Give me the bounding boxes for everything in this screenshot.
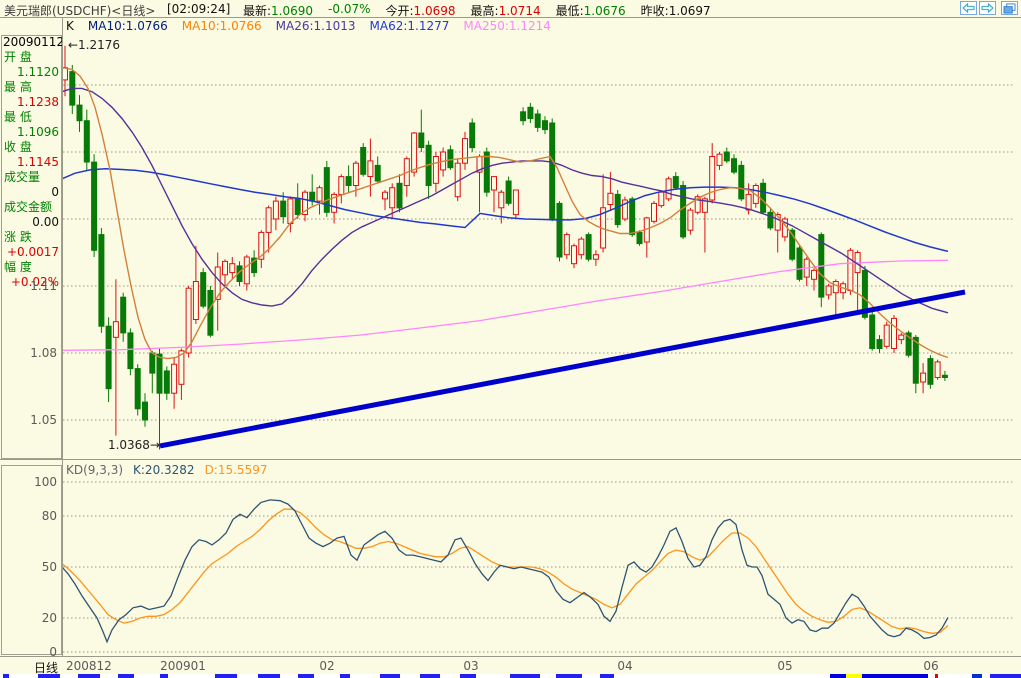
kd-k-value: K:20.3282	[133, 463, 195, 477]
kd-tick-label: 0	[49, 645, 57, 659]
taskbar-fragment	[830, 674, 928, 678]
info-value: 1.1096	[17, 125, 59, 139]
ma-legend-item: MA26:1.1013	[275, 19, 356, 33]
kd-legend: KD(9,3,3) K:20.3282 D:15.5597	[66, 463, 267, 477]
taskbar-fragment	[972, 674, 982, 678]
selected-date: 20090112	[3, 35, 62, 49]
taskbar-fragment	[38, 674, 60, 678]
price-tick-label: 1.05	[30, 413, 57, 427]
time-tick-label: 200901	[160, 659, 206, 673]
taskbar-fragment	[118, 674, 134, 678]
taskbar-fragment	[990, 674, 1021, 678]
info-label: 开 盘	[4, 50, 32, 64]
taskbar-fragment	[298, 674, 314, 678]
taskbar-fragment	[846, 674, 862, 678]
windows-button[interactable]	[1001, 1, 1018, 15]
forward-button[interactable]	[979, 1, 996, 15]
min-annotation: 1.0368→	[107, 438, 160, 452]
info-label: 最 低	[4, 110, 32, 124]
cascade-windows-icon	[1003, 2, 1016, 14]
info-label: 成交金额	[4, 200, 53, 214]
info-value: 1.1238	[17, 95, 59, 109]
taskbar-fragment	[556, 674, 582, 678]
info-value: 0	[51, 185, 59, 199]
kd-tick-label: 100	[34, 475, 57, 489]
kd-tick-label: 20	[41, 611, 57, 625]
time-tick-label: 05	[777, 659, 793, 673]
info-label: 收 盘	[4, 140, 32, 154]
arrow-left-icon	[962, 3, 975, 13]
kd-tick-label: 50	[41, 560, 57, 574]
info-panel: 20090112 开 盘 1.1120 最 高 1.1238 最 低 1.1096 收 盘1…	[1, 35, 62, 290]
trendline	[159, 289, 966, 449]
top-bar: 美元瑞郎(USDCHF)<日线> [02:09:24] 最新:1.0690 -0.…	[0, 0, 1021, 18]
info-value: 0.00	[32, 215, 59, 229]
toolbar-buttons	[960, 1, 1018, 15]
info-label: 幅 度	[4, 260, 32, 274]
bottom-taskbar-strip[interactable]	[0, 674, 1021, 678]
taskbar-fragment	[510, 674, 540, 678]
info-value: 1.1145	[17, 155, 59, 169]
ma-legend-item: MA10:1.0766	[87, 19, 168, 33]
time-tick-label: 06	[923, 659, 939, 673]
chart-canvas[interactable]	[0, 0, 1021, 678]
kd-k-line	[61, 499, 949, 644]
taskbar-fragment	[600, 674, 614, 678]
app-window: 美元瑞郎(USDCHF)<日线> [02:09:24] 最新:1.0690 -0.…	[0, 0, 1021, 678]
ma-legend-item: MA250:1.1214	[463, 19, 551, 33]
clock: [02:09:24]	[167, 2, 231, 16]
ma-legend-item: MA10:1.0766	[181, 19, 262, 33]
taskbar-fragment	[460, 674, 476, 678]
price-tick-label: 1.08	[30, 346, 57, 360]
kd-tick-label: 80	[41, 509, 57, 523]
kd-d-value: D:15.5597	[204, 463, 268, 477]
kd-d-line	[61, 508, 949, 634]
time-tick-label: 200812	[66, 659, 112, 673]
info-label: 成交量	[4, 170, 41, 184]
kd-title: KD(9,3,3)	[66, 463, 124, 477]
max-annotation: ←1.2176	[68, 38, 121, 52]
ma-legend: K MA10:1.0766 MA10:1.0766 MA26:1.1013 MA62:…	[66, 19, 551, 33]
panel-divider	[0, 459, 1021, 460]
taskbar-fragment	[380, 674, 400, 678]
time-tick-label: 02	[319, 659, 335, 673]
info-value: 1.1120	[17, 65, 59, 79]
time-tick-label: 03	[463, 659, 479, 673]
taskbar-fragment	[3, 674, 9, 678]
axis-divider-bottom	[0, 656, 1021, 657]
info-value: +0.0017	[6, 245, 59, 259]
k-period-label: K	[66, 19, 74, 33]
back-button[interactable]	[960, 1, 977, 15]
taskbar-fragment	[935, 674, 938, 678]
price-tick-label: 1.11	[30, 279, 57, 293]
taskbar-fragment	[340, 674, 350, 678]
taskbar-fragment	[215, 674, 237, 678]
taskbar-fragment	[420, 674, 440, 678]
header-divider	[0, 17, 1021, 18]
time-tick-label: 04	[617, 659, 633, 673]
taskbar-fragment	[160, 674, 168, 678]
axis-divider	[62, 17, 63, 657]
info-label: 最 高	[4, 80, 32, 94]
info-label: 涨 跌	[4, 230, 32, 244]
taskbar-fragment	[258, 674, 280, 678]
arrow-right-icon	[981, 3, 994, 13]
ma-legend-item: MA62:1.1277	[369, 19, 450, 33]
taskbar-fragment	[78, 674, 100, 678]
